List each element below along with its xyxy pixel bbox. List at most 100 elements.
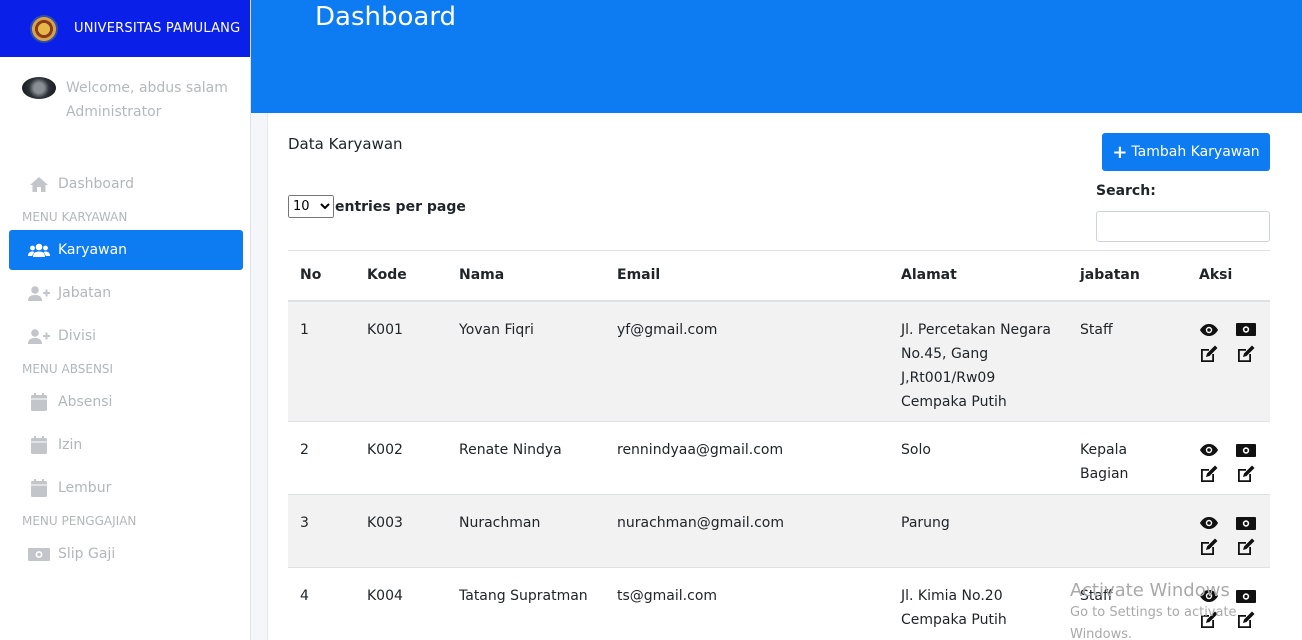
watermark-subtitle: Go to Settings to activate Windows.	[1070, 605, 1237, 640]
page-title: Dashboard	[315, 2, 457, 32]
cell-nama: Tatang Supratman	[447, 567, 605, 640]
user-role: Administrator	[66, 104, 162, 120]
sidebar-nav: Dashboard MENU KARYAWAN Karyawan Jabatan…	[9, 164, 243, 577]
sidebar-item-karyawan[interactable]: Karyawan	[9, 230, 243, 270]
table-row: 1 K001 Yovan Fiqri yf@gmail.com Jl. Perc…	[288, 300, 1270, 422]
welcome-name: Welcome, abdus salam	[66, 80, 228, 96]
cell-aksi	[1187, 421, 1270, 495]
sidebar-item-label: Izin	[58, 437, 83, 453]
windows-activation-watermark: Activate Windows Go to Settings to activ…	[1070, 580, 1302, 640]
user-plus-icon	[28, 284, 50, 302]
university-logo	[30, 14, 58, 43]
search-input[interactable]	[1096, 211, 1270, 242]
sidebar-item-divisi[interactable]: Divisi	[9, 316, 243, 356]
cell-no: 1	[288, 300, 355, 422]
table-row: 3 K003 Nurachman nurachman@gmail.com Par…	[288, 494, 1270, 568]
money-icon[interactable]	[1236, 511, 1256, 535]
nav-header-absensi: MENU ABSENSI	[22, 362, 114, 376]
money-icon[interactable]	[1236, 438, 1256, 462]
edit-icon[interactable]	[1199, 342, 1219, 366]
sidebar: UNIVERSITAS PAMULANG Welcome, abdus sala…	[0, 0, 251, 640]
calendar-icon	[28, 393, 50, 411]
column-header-aksi: Aksi	[1187, 250, 1270, 302]
cell-kode: K003	[355, 494, 447, 568]
edit-icon[interactable]	[1236, 342, 1256, 366]
edit-icon[interactable]	[1199, 462, 1219, 486]
user-plus-icon	[28, 327, 50, 345]
add-employee-label: Tambah Karyawan	[1131, 144, 1260, 160]
cell-alamat: Jl. Kimia No.20 Cempaka Putih	[889, 567, 1068, 640]
user-panel: Welcome, abdus salam Administrator	[22, 76, 228, 124]
cell-alamat: Parung	[889, 494, 1068, 568]
column-header-email[interactable]: Email	[605, 250, 889, 302]
cell-jabatan	[1068, 494, 1187, 568]
home-icon	[28, 175, 50, 193]
cell-jabatan: Staff	[1068, 300, 1187, 422]
cell-email: ts@gmail.com	[605, 567, 889, 640]
column-header-alamat[interactable]: Alamat	[889, 250, 1068, 302]
entries-control: 10 entries per page	[288, 195, 466, 218]
sidebar-item-dashboard[interactable]: Dashboard	[9, 164, 243, 204]
nav-header-penggajian: MENU PENGGAJIAN	[22, 514, 137, 528]
cell-kode: K001	[355, 300, 447, 422]
sidebar-item-izin[interactable]: Izin	[9, 425, 243, 465]
sidebar-item-label: Slip Gaji	[58, 546, 116, 562]
cell-jabatan: Kepala Bagian	[1068, 421, 1187, 495]
calendar-icon	[28, 436, 50, 454]
eye-icon[interactable]	[1199, 318, 1219, 342]
page-header: Dashboard	[251, 0, 1302, 113]
entries-per-page-select[interactable]: 10	[288, 195, 334, 218]
sidebar-item-absensi[interactable]: Absensi	[9, 382, 243, 422]
nav-header-karyawan: MENU KARYAWAN	[22, 210, 128, 224]
sidebar-item-label: Karyawan	[58, 242, 128, 258]
edit-icon[interactable]	[1236, 462, 1256, 486]
cell-kode: K004	[355, 567, 447, 640]
add-employee-button[interactable]: + Tambah Karyawan	[1102, 133, 1270, 171]
cell-email: yf@gmail.com	[605, 300, 889, 422]
cell-alamat: Jl. Percetakan Negara No.45, Gang J,Rt00…	[889, 300, 1068, 422]
watermark-title: Activate Windows	[1070, 580, 1230, 601]
users-icon	[28, 241, 50, 259]
eye-icon[interactable]	[1199, 438, 1219, 462]
data-card: Data Karyawan + Tambah Karyawan 10 entri…	[267, 113, 1302, 640]
column-header-kode[interactable]: Kode	[355, 250, 447, 302]
column-header-no[interactable]: No	[288, 250, 355, 302]
brand-bar[interactable]: UNIVERSITAS PAMULANG	[0, 0, 250, 57]
welcome-text: Welcome, abdus salam Administrator	[66, 76, 228, 124]
eye-icon[interactable]	[1199, 511, 1219, 535]
sidebar-item-slip-gaji[interactable]: Slip Gaji	[9, 534, 243, 574]
cell-aksi	[1187, 494, 1270, 568]
table-row: 2 K002 Renate Nindya rennindyaa@gmail.co…	[288, 421, 1270, 495]
sidebar-item-label: Absensi	[58, 394, 113, 410]
cell-no: 3	[288, 494, 355, 568]
cell-no: 2	[288, 421, 355, 495]
calendar-icon	[28, 479, 50, 497]
cell-nama: Renate Nindya	[447, 421, 605, 495]
cell-alamat: Solo	[889, 421, 1068, 495]
table-header-row: No Kode Nama Email Alamat jabatan Aksi	[288, 250, 1270, 302]
brand-name: UNIVERSITAS PAMULANG	[74, 21, 241, 36]
plus-icon: +	[1112, 141, 1128, 163]
sidebar-item-label: Jabatan	[58, 285, 112, 301]
cell-kode: K002	[355, 421, 447, 495]
sidebar-item-label: Dashboard	[58, 176, 134, 192]
sidebar-item-label: Divisi	[58, 328, 97, 344]
edit-icon[interactable]	[1236, 535, 1256, 559]
sidebar-item-lembur[interactable]: Lembur	[9, 468, 243, 508]
entries-label: entries per page	[335, 198, 466, 215]
cell-nama: Yovan Fiqri	[447, 300, 605, 422]
cell-nama: Nurachman	[447, 494, 605, 568]
cell-aksi	[1187, 300, 1270, 422]
column-header-jabatan[interactable]: jabatan	[1068, 250, 1187, 302]
column-header-nama[interactable]: Nama	[447, 250, 605, 302]
sidebar-item-label: Lembur	[58, 480, 112, 496]
edit-icon[interactable]	[1199, 535, 1219, 559]
sidebar-item-jabatan[interactable]: Jabatan	[9, 273, 243, 313]
money-icon[interactable]	[1236, 318, 1256, 342]
search-label: Search:	[1096, 183, 1156, 199]
card-title: Data Karyawan	[288, 135, 403, 153]
cell-no: 4	[288, 567, 355, 640]
cell-email: rennindyaa@gmail.com	[605, 421, 889, 495]
cell-email: nurachman@gmail.com	[605, 494, 889, 568]
avatar	[22, 77, 56, 99]
